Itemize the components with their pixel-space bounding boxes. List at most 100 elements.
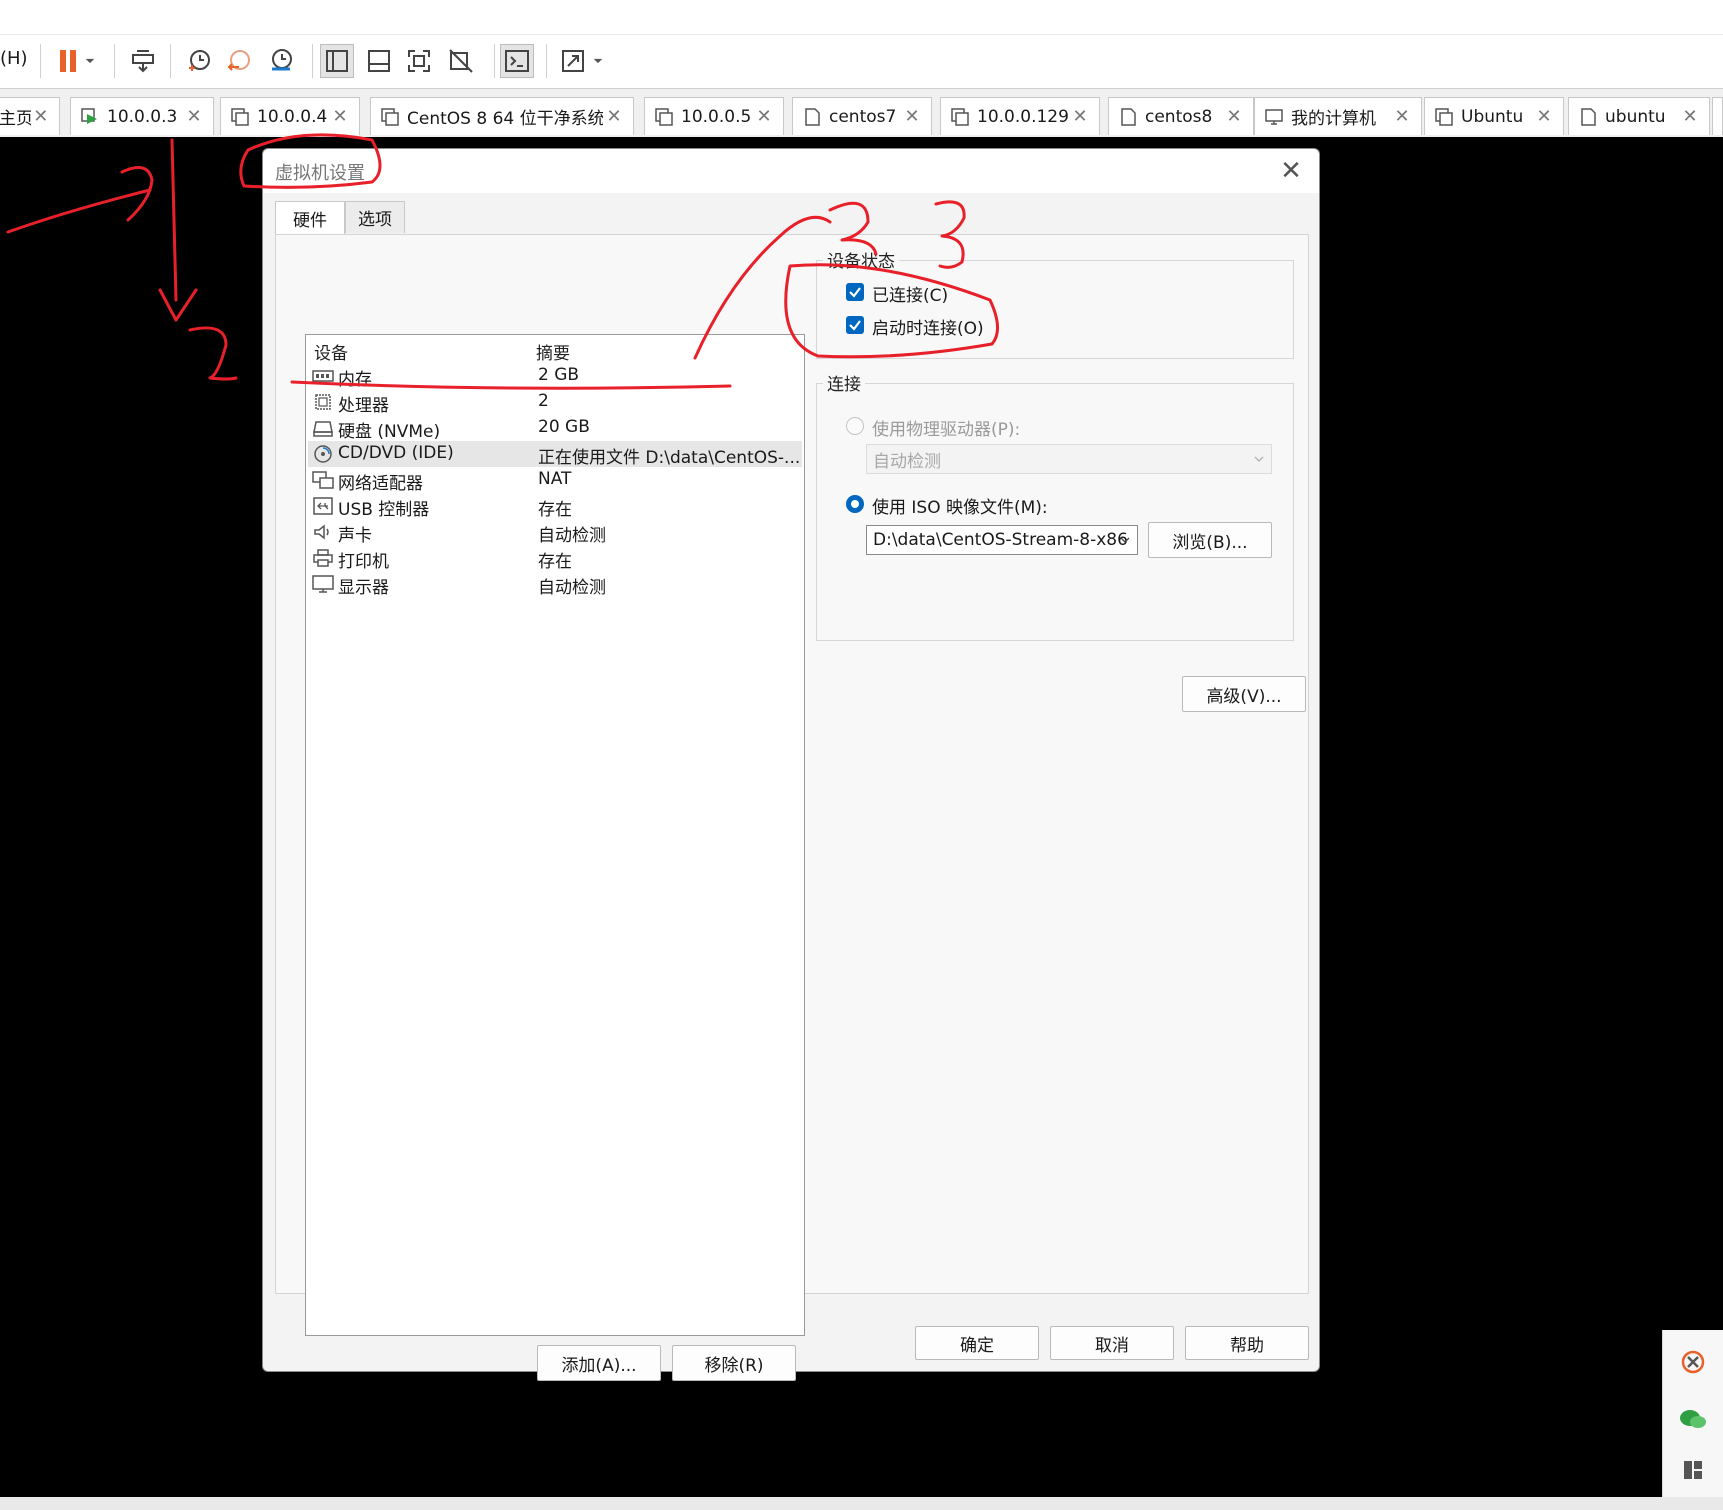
tab-vm-centos7[interactable]: centos7 ✕	[792, 97, 932, 135]
close-icon[interactable]: ✕	[1679, 106, 1701, 127]
close-icon[interactable]: ✕	[901, 106, 923, 127]
close-icon[interactable]: ✕	[329, 106, 351, 127]
status-strip	[0, 1497, 1723, 1510]
device-list[interactable]: 设备 摘要 内存 2 GB 处理器 2 硬盘 (NVMe) 20 GB CD/D…	[305, 334, 805, 1336]
close-icon[interactable]: ✕	[183, 106, 205, 127]
cpu-icon	[315, 394, 331, 410]
close-icon[interactable]: ✕	[31, 106, 51, 127]
stretch-icon	[562, 50, 584, 72]
cd-dvd-icon	[314, 445, 332, 463]
fullscreen-icon	[408, 50, 430, 72]
device-summary: 存在	[538, 500, 572, 520]
connect-at-power-on-checkbox[interactable]	[846, 316, 864, 334]
physical-drive-radio[interactable]	[846, 417, 864, 435]
tab-vm-10-0-0-3[interactable]: 10.0.0.3 ✕	[70, 97, 214, 135]
remove-device-button[interactable]: 移除(R)	[672, 1345, 796, 1381]
dialog-title: 虚拟机设置	[275, 163, 365, 184]
layout-icon[interactable]	[1681, 1458, 1705, 1482]
device-row-usb-controller[interactable]: USB 控制器 存在	[308, 493, 802, 520]
device-summary: 存在	[538, 552, 572, 572]
tab-hardware[interactable]: 硬件	[275, 201, 345, 235]
memory-icon	[312, 370, 334, 382]
tab-label: 10.0.0.5	[681, 106, 752, 127]
advanced-button[interactable]: 高级(V)...	[1182, 676, 1306, 712]
device-row-hard-disk[interactable]: 硬盘 (NVMe) 20 GB	[308, 415, 802, 442]
tab-vm-centos8[interactable]: centos8 ✕	[1108, 97, 1254, 135]
column-header-device[interactable]: 设备	[314, 339, 348, 364]
tab-vm-ubuntu[interactable]: ubuntu ✕	[1568, 97, 1710, 135]
device-name: 硬盘 (NVMe)	[338, 422, 441, 442]
physical-drive-select[interactable]: 自动检测	[866, 444, 1272, 474]
stretch-guest-button[interactable]	[556, 44, 590, 78]
tab-label: 我的计算机	[1291, 109, 1376, 129]
device-row-display[interactable]: 显示器 自动检测	[308, 571, 802, 598]
snapshot-take-button[interactable]	[182, 44, 216, 78]
close-icon[interactable]: ✕	[753, 106, 775, 127]
browse-button[interactable]: 浏览(B)...	[1148, 522, 1272, 558]
device-name: 声卡	[338, 526, 372, 546]
close-icon[interactable]: ✕	[603, 106, 625, 127]
iso-image-label[interactable]: 使用 ISO 映像文件(M):	[872, 493, 1048, 518]
device-summary: 2 GB	[538, 365, 580, 385]
device-row-memory[interactable]: 内存 2 GB	[308, 363, 802, 390]
thumbnail-bar-button[interactable]	[362, 44, 396, 78]
side-floating-panel	[1662, 1330, 1723, 1497]
computer-icon	[1265, 108, 1283, 125]
chevron-down-icon	[1120, 537, 1130, 543]
tab-label: centos7	[829, 106, 897, 127]
device-row-network-adapter[interactable]: 网络适配器 NAT	[308, 467, 802, 494]
wechat-icon[interactable]	[1679, 1408, 1707, 1430]
connection-title: 连接	[823, 370, 865, 395]
tab-vm-10-0-0-5[interactable]: 10.0.0.5 ✕	[644, 97, 784, 135]
pause-icon	[60, 50, 76, 72]
help-menu[interactable]: (H)	[0, 48, 28, 69]
tab-vm-Ubuntu[interactable]: Ubuntu ✕	[1424, 97, 1564, 135]
tab-vm-10-0-0-129[interactable]: 10.0.0.129 ✕	[940, 97, 1100, 135]
stretch-dropdown[interactable]	[588, 44, 608, 78]
snapshot-manager-button[interactable]	[264, 44, 298, 78]
hard-disk-icon	[313, 421, 333, 437]
close-icon[interactable]: ✕	[1391, 106, 1413, 127]
device-row-printer[interactable]: 打印机 存在	[308, 545, 802, 572]
connect-at-power-on-label[interactable]: 启动时连接(O)	[872, 314, 984, 339]
close-circle-icon[interactable]	[1681, 1350, 1705, 1374]
tab-my-computer[interactable]: 我的计算机 ✕	[1254, 97, 1422, 135]
vm-icon	[231, 107, 249, 126]
tab-vm-centos8-clean[interactable]: CentOS 8 64 位干净系统 ✕	[370, 97, 634, 135]
close-icon[interactable]: ✕	[1533, 106, 1555, 127]
column-header-summary[interactable]: 摘要	[536, 339, 570, 364]
clock-manage-icon	[272, 49, 292, 71]
snapshot-revert-button[interactable]	[222, 44, 256, 78]
add-device-button[interactable]: 添加(A)...	[537, 1345, 661, 1381]
iso-image-radio[interactable]	[846, 495, 864, 513]
device-summary: 2	[538, 391, 549, 411]
tab-vm-10-0-0-4[interactable]: 10.0.0.4 ✕	[220, 97, 360, 135]
dialog-titlebar[interactable]: 虚拟机设置 ✕	[263, 149, 1319, 193]
tab-home[interactable]: 主页 ✕	[0, 97, 60, 135]
tab-overflow[interactable]	[1712, 97, 1723, 135]
connected-checkbox[interactable]	[846, 283, 864, 301]
connected-label[interactable]: 已连接(C)	[872, 281, 948, 306]
pause-dropdown[interactable]	[80, 44, 100, 78]
close-icon[interactable]: ✕	[1069, 106, 1091, 127]
device-row-sound-card[interactable]: 声卡 自动检测	[308, 519, 802, 546]
keyboard-send-icon	[132, 50, 154, 73]
show-library-button[interactable]	[320, 44, 354, 78]
clock-add-icon	[189, 50, 210, 71]
help-button[interactable]: 帮助	[1185, 1326, 1309, 1360]
device-row-cd-dvd[interactable]: CD/DVD (IDE) 正在使用文件 D:\data\CentOS-...	[308, 441, 802, 468]
device-row-processor[interactable]: 处理器 2	[308, 389, 802, 416]
close-icon[interactable]: ✕	[1223, 106, 1245, 127]
send-ctrl-alt-del-button[interactable]	[126, 44, 160, 78]
fullscreen-button[interactable]	[402, 44, 436, 78]
console-view-button[interactable]	[500, 44, 534, 78]
ok-button[interactable]: 确定	[915, 1326, 1039, 1360]
iso-path-combo[interactable]: D:\data\CentOS-Stream-8-x86	[866, 525, 1138, 555]
tab-options[interactable]: 选项	[345, 201, 405, 233]
close-icon[interactable]: ✕	[1273, 153, 1309, 189]
sound-card-icon	[314, 524, 329, 540]
physical-drive-label[interactable]: 使用物理驱动器(P):	[872, 415, 1020, 440]
unity-button[interactable]	[444, 44, 478, 78]
cancel-button[interactable]: 取消	[1050, 1326, 1174, 1360]
vm-file-icon	[1581, 107, 1596, 126]
